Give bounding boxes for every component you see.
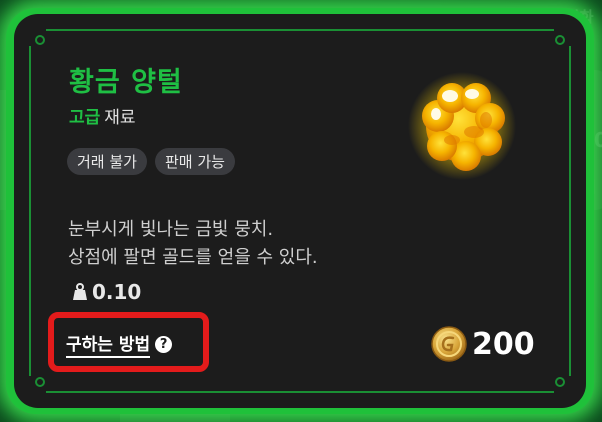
gold-coin-icon [431,326,467,362]
item-category: 재료 [104,108,136,128]
tag-sellable: 판매 가능 [154,148,235,175]
game-screen: 강화 10 디 황금 양털 고급재료 거래 불가 판매 가능 눈부시게 빛나는 … [0,0,602,422]
weight-value: 0.10 [92,280,142,304]
item-weight: 0.10 [72,280,141,304]
item-name: 황금 양털 [69,67,183,98]
item-subtitle: 고급 재료 [69,103,136,128]
how-to-obtain-button[interactable]: 구하는 방법 ? [66,330,173,358]
item-tags: 거래 불가 판매 가능 [67,148,235,175]
description-line: 상점에 팔면 골드를 얻을 수 있다. [68,247,318,268]
weight-icon [73,283,87,300]
item-grade: 고급 [69,108,101,128]
item-description: 눈부시게 빛나는 금빛 뭉치. 상점에 팔면 골드를 얻을 수 있다. [68,216,318,272]
description-line: 눈부시게 빛나는 금빛 뭉치. [68,219,274,240]
sell-price: 200 [430,325,535,363]
tag-untradeable: 거래 불가 [67,148,147,175]
golden-fleece-icon [408,72,516,180]
help-icon[interactable]: ? [155,335,173,353]
how-to-obtain-label: 구하는 방법 [66,330,151,358]
price-value: 200 [472,326,535,362]
